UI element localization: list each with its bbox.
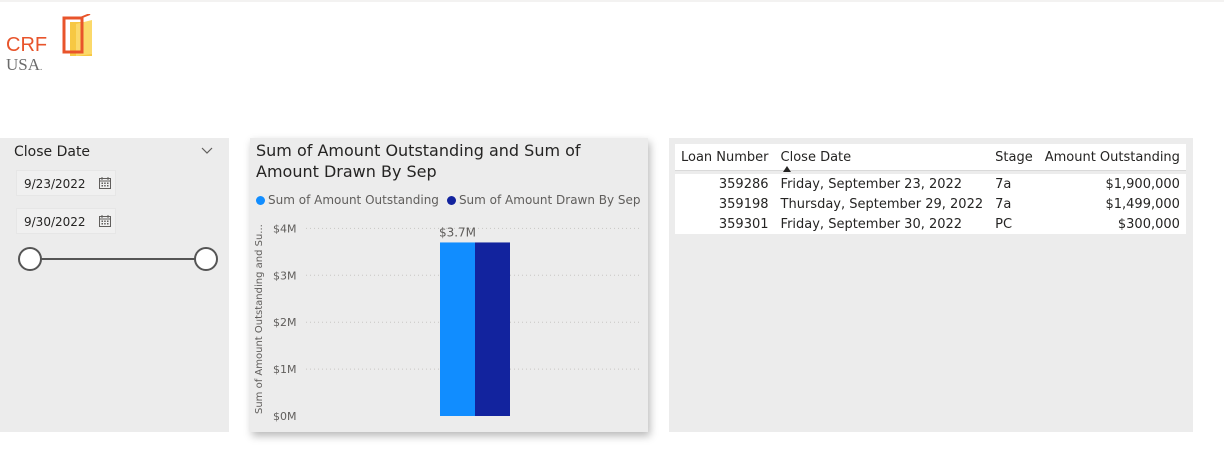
range-end-handle[interactable] <box>194 247 218 271</box>
bar-data-label: $3.7M <box>439 225 476 239</box>
table-row[interactable]: 359286 Friday, September 23, 2022 7a $1,… <box>675 174 1186 194</box>
table-row[interactable]: 359301 Friday, September 30, 2022 PC $30… <box>675 214 1186 234</box>
column-header-loan-number[interactable]: Loan Number <box>675 144 775 171</box>
cell-loan-number: 359198 <box>675 194 775 214</box>
y-tick-label: $2M <box>273 316 297 329</box>
cell-stage: 7a <box>989 174 1039 194</box>
door-logo-icon <box>62 14 92 56</box>
bar-chart-plot: $0M $1M $2M $3M $4M $3.7M <box>273 222 642 423</box>
logo-usa-text: USA. <box>6 55 43 74</box>
y-tick-label: $1M <box>273 363 297 376</box>
loan-table-panel: Loan Number Close Date Stage Amount Outs… <box>669 138 1193 432</box>
table-row[interactable]: 359198 Thursday, September 29, 2022 7a $… <box>675 194 1186 214</box>
range-start-handle[interactable] <box>18 247 42 271</box>
start-date-value: 9/23/2022 <box>24 177 86 191</box>
logo-crf-text: CRF <box>6 34 48 56</box>
start-date-input[interactable]: 9/23/2022 <box>16 170 116 196</box>
calendar-icon[interactable] <box>99 215 111 227</box>
end-date-input[interactable]: 9/30/2022 <box>16 208 116 234</box>
cell-loan-number: 359286 <box>675 174 775 194</box>
calendar-icon[interactable] <box>99 177 111 189</box>
y-tick-label: $4M <box>273 222 297 235</box>
sort-ascending-icon <box>782 166 791 172</box>
cell-loan-number: 359301 <box>675 214 775 234</box>
cell-stage: 7a <box>989 194 1039 214</box>
bar-amount-drawn[interactable] <box>475 242 510 416</box>
cell-amount: $300,000 <box>1038 214 1186 234</box>
top-border <box>0 0 1224 2</box>
amount-chart-card: Sum of Amount Outstanding and Sum of Amo… <box>250 138 648 432</box>
y-tick-label: $0M <box>273 410 297 423</box>
column-header-amount-outstanding[interactable]: Amount Outstanding <box>1038 144 1186 171</box>
end-date-value: 9/30/2022 <box>24 215 86 229</box>
crf-usa-logo: CRF USA. <box>4 12 104 82</box>
cell-stage: PC <box>989 214 1039 234</box>
close-date-slicer: Close Date 9/23/2022 9/30/2022 <box>0 138 229 432</box>
cell-close-date: Friday, September 23, 2022 <box>774 174 990 194</box>
cell-close-date: Thursday, September 29, 2022 <box>774 194 990 214</box>
loan-table: Loan Number Close Date Stage Amount Outs… <box>675 144 1186 234</box>
chevron-down-icon[interactable] <box>200 146 214 156</box>
date-range-track[interactable] <box>30 258 206 260</box>
cell-close-date: Friday, September 30, 2022 <box>774 214 990 234</box>
cell-amount: $1,900,000 <box>1038 174 1186 194</box>
slicer-title: Close Date <box>14 144 91 160</box>
table-header-row: Loan Number Close Date Stage Amount Outs… <box>675 144 1186 172</box>
y-tick-label: $3M <box>273 269 297 282</box>
column-header-close-date[interactable]: Close Date <box>774 144 990 172</box>
column-header-stage[interactable]: Stage <box>989 144 1039 171</box>
cell-amount: $1,499,000 <box>1038 194 1186 214</box>
bar-amount-outstanding[interactable] <box>440 242 475 416</box>
